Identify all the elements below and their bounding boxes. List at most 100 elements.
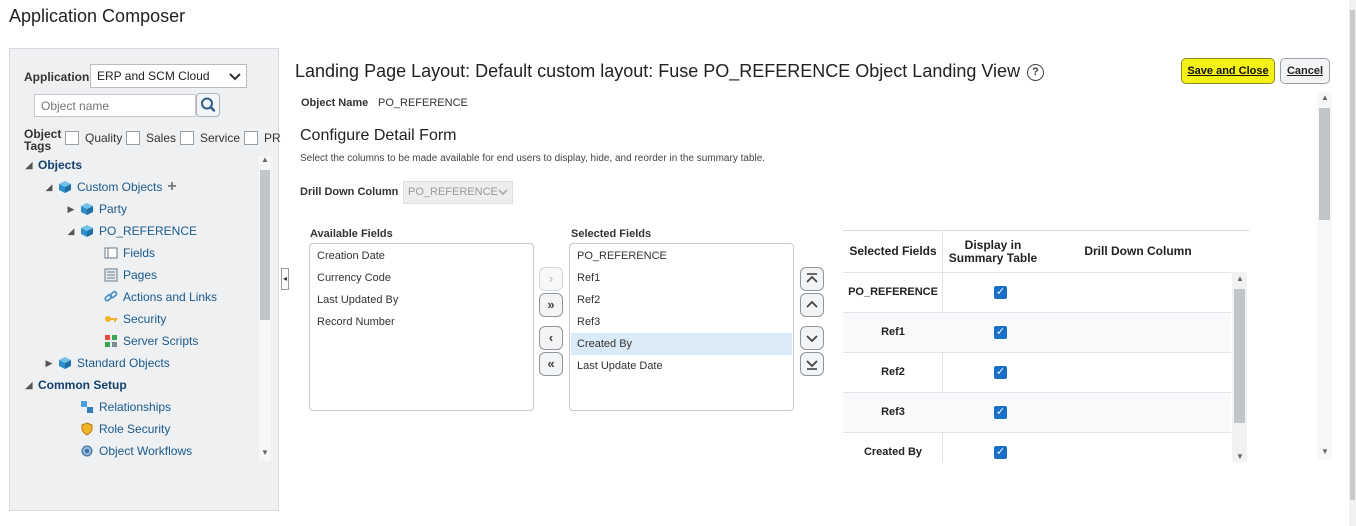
tree-item-label: Party — [99, 202, 128, 216]
list-item[interactable]: Ref2 — [571, 289, 792, 311]
move-top-icon — [806, 273, 818, 283]
checkbox[interactable] — [126, 131, 140, 145]
tree-item-label: Common Setup — [38, 378, 127, 392]
search-icon — [201, 97, 216, 112]
selected-fields-list[interactable]: PO_REFERENCE Ref1 Ref2 Ref3 Created By Last U… — [569, 243, 794, 411]
display-checkbox[interactable]: ✓ — [994, 326, 1007, 339]
section-description: Select the columns to be made available … — [300, 153, 766, 164]
tag-checkbox-quality[interactable]: Quality — [65, 131, 122, 145]
object-name-value: PO_REFERENCE — [378, 97, 468, 109]
tree-item-security[interactable]: Security — [90, 310, 166, 328]
display-checkbox[interactable]: ✓ — [994, 446, 1007, 459]
page-scrollbar-thumb[interactable] — [1319, 108, 1330, 220]
tree-item-label: Objects — [38, 158, 83, 172]
check-icon: ✓ — [995, 326, 1006, 338]
object-search-input[interactable] — [34, 94, 196, 117]
cube-icon — [80, 224, 94, 238]
move-all-right-button[interactable]: » — [539, 293, 563, 317]
display-checkbox[interactable]: ✓ — [994, 286, 1007, 299]
tag-checkbox-pr[interactable]: PR — [244, 131, 281, 145]
expand-right-icon[interactable]: ▶ — [66, 204, 76, 215]
list-item[interactable]: PO_REFERENCE — [571, 245, 792, 267]
expand-down-icon[interactable]: ◢ — [24, 380, 34, 391]
checkbox[interactable] — [244, 131, 258, 145]
list-item[interactable]: Last Update Date — [571, 355, 792, 377]
application-select[interactable]: ERP and SCM Cloud — [90, 64, 247, 88]
move-right-button[interactable]: › — [539, 267, 563, 291]
list-item[interactable]: Last Updated By — [311, 289, 532, 311]
checkbox[interactable] — [180, 131, 194, 145]
tree-item-common-setup[interactable]: ◢ Common Setup — [24, 376, 127, 394]
move-down-button[interactable] — [800, 326, 824, 350]
list-item[interactable]: Ref1 — [571, 267, 792, 289]
tree-item-label: Object Workflows — [99, 444, 193, 458]
tree-item-custom-objects[interactable]: ◢ Custom Objects + — [44, 178, 177, 196]
window-scrollbar-thumb[interactable] — [1350, 10, 1355, 500]
expand-down-icon[interactable]: ◢ — [44, 182, 54, 193]
move-top-button[interactable] — [800, 267, 824, 291]
tree-item-standard-objects[interactable]: ▶ Standard Objects — [44, 354, 170, 372]
tree-item-object-workflows[interactable]: Object Workflows — [66, 442, 192, 460]
list-item[interactable]: Currency Code — [311, 267, 532, 289]
tree-item-label: Server Scripts — [123, 334, 199, 348]
table-cell-field: Ref1 — [881, 326, 905, 338]
tree-item-label: Custom Objects — [77, 180, 163, 194]
tag-checkbox-sales[interactable]: Sales — [126, 131, 176, 145]
table-row: PO_REFERENCE ✓ — [843, 272, 1231, 312]
display-checkbox[interactable]: ✓ — [994, 366, 1007, 379]
link-icon — [104, 290, 118, 304]
expand-down-icon[interactable]: ◢ — [24, 160, 34, 171]
tree-item-party[interactable]: ▶ Party — [66, 200, 127, 218]
tree-item-server-scripts[interactable]: Server Scripts — [90, 332, 198, 350]
tree-item-relationships[interactable]: Relationships — [66, 398, 171, 416]
move-up-button[interactable] — [800, 293, 824, 317]
expand-right-icon[interactable]: ▶ — [44, 358, 54, 369]
drill-down-select: PO_REFERENCE — [403, 181, 513, 204]
tree-item-label: PO_REFERENCE — [99, 224, 198, 238]
available-fields-label: Available Fields — [310, 228, 393, 240]
plus-icon[interactable]: + — [167, 178, 176, 196]
cancel-button[interactable]: Cancel — [1280, 58, 1330, 84]
tree-item-objects[interactable]: ◢ Objects — [24, 156, 82, 174]
navigator-panel: Application ERP and SCM Cloud Object Tag… — [9, 48, 281, 511]
list-item[interactable]: Ref3 — [571, 311, 792, 333]
table-header-drill-down: Drill Down Column — [1084, 244, 1192, 258]
object-tree: ◢ Objects ◢ Custom Objects + ▶ Party ◢ PO_REFERE… — [10, 156, 258, 461]
collapse-panel-handle[interactable]: ◂ — [281, 268, 289, 290]
tree-item-po-reference[interactable]: ◢ PO_REFERENCE — [66, 222, 198, 240]
display-checkbox[interactable]: ✓ — [994, 406, 1007, 419]
tree-item-label: Security — [123, 312, 167, 326]
expand-down-icon[interactable]: ◢ — [66, 226, 76, 237]
tree-item-pages[interactable]: Pages — [90, 266, 157, 284]
tree-item-fields[interactable]: Fields — [90, 244, 155, 262]
table-header-display: Display in Summary Table — [948, 238, 1038, 265]
move-bottom-button[interactable] — [800, 352, 824, 376]
tree-item-label: Relationships — [99, 400, 172, 414]
pages-icon — [104, 268, 118, 282]
check-icon: ✓ — [995, 406, 1006, 418]
workflow-icon — [80, 444, 94, 458]
tree-item-role-security[interactable]: Role Security — [66, 420, 170, 438]
save-and-close-button[interactable]: Save and Close — [1181, 58, 1275, 84]
table-scrollbar-thumb[interactable] — [1234, 289, 1245, 423]
help-icon[interactable]: ? — [1027, 64, 1044, 81]
move-bottom-icon — [806, 360, 818, 370]
list-item[interactable]: Created By — [571, 333, 792, 355]
checkbox[interactable] — [65, 131, 79, 145]
move-all-left-button[interactable]: « — [539, 352, 563, 376]
object-tags-label: Object Tags — [24, 127, 62, 153]
table-row: Ref2 ✓ — [843, 352, 1231, 392]
tree-item-actions-and-links[interactable]: Actions and Links — [90, 288, 217, 306]
list-item[interactable]: Record Number — [311, 311, 532, 333]
move-left-button[interactable]: ‹ — [539, 326, 563, 350]
tag-label: Sales — [146, 131, 177, 145]
table-row: Created By ✓ — [843, 432, 1231, 462]
application-label: Application — [24, 70, 90, 84]
search-button[interactable] — [196, 93, 220, 117]
list-item[interactable]: Creation Date — [311, 245, 532, 267]
page-title: Landing Page Layout: Default custom layo… — [295, 61, 1021, 81]
tag-checkbox-service[interactable]: Service — [180, 131, 240, 145]
tree-item-label: Role Security — [99, 422, 171, 436]
available-fields-list[interactable]: Creation Date Currency Code Last Updated B… — [309, 243, 534, 411]
tree-scrollbar-thumb[interactable] — [260, 170, 270, 320]
